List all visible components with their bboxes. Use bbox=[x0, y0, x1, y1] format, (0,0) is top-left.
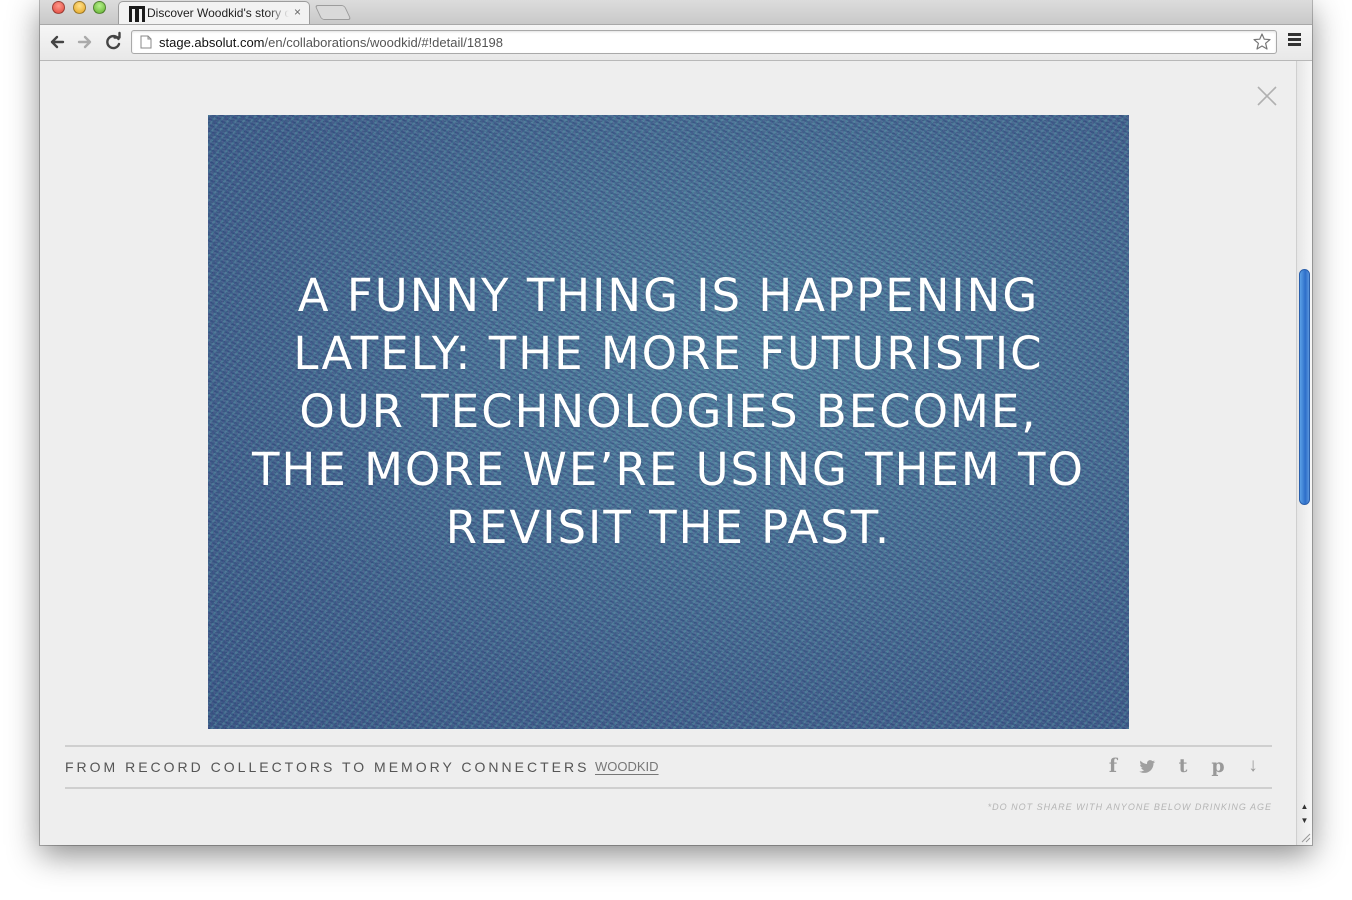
woodkid-favicon-icon bbox=[129, 6, 145, 22]
minimize-window-button[interactable] bbox=[73, 1, 86, 14]
download-icon[interactable]: ↓ bbox=[1242, 755, 1264, 777]
star-icon[interactable] bbox=[1252, 32, 1272, 52]
new-tab-button[interactable] bbox=[314, 5, 352, 20]
url-path: /en/collaborations/woodkid/#!detail/1819… bbox=[264, 35, 504, 50]
twitter-icon[interactable] bbox=[1137, 755, 1159, 777]
divider-top bbox=[65, 745, 1272, 747]
back-arrow-icon bbox=[50, 35, 65, 49]
close-icon[interactable] bbox=[1256, 85, 1278, 107]
scrollbar-thumb[interactable] bbox=[1299, 269, 1310, 505]
reload-button[interactable] bbox=[102, 31, 124, 53]
tab-strip: Discover Woodkid's story o × bbox=[40, 0, 1312, 25]
forward-arrow-icon bbox=[77, 35, 92, 49]
url-text: stage.absolut.com/en/collaborations/wood… bbox=[159, 35, 503, 50]
tab-close-icon[interactable]: × bbox=[294, 5, 301, 19]
woodkid-tag-link[interactable]: WOODKID bbox=[595, 759, 659, 774]
scroll-up-arrow-icon[interactable]: ▲ bbox=[1298, 801, 1311, 813]
browser-window: Discover Woodkid's story o × stage.absol… bbox=[40, 0, 1312, 845]
close-window-button[interactable] bbox=[52, 1, 65, 14]
story-title: FROM RECORD COLLECTORS TO MEMORY CONNECT… bbox=[65, 759, 590, 775]
tab-active[interactable]: Discover Woodkid's story o × bbox=[118, 1, 310, 24]
hero-quote: A FUNNY THING IS HAPPENING LATELY: THE M… bbox=[252, 269, 1085, 554]
page-content: A FUNNY THING IS HAPPENING LATELY: THE M… bbox=[40, 61, 1296, 845]
address-bar[interactable]: stage.absolut.com/en/collaborations/wood… bbox=[131, 30, 1277, 54]
scroll-down-arrow-icon[interactable]: ▼ bbox=[1298, 815, 1311, 827]
reload-icon bbox=[106, 31, 121, 50]
tab-title: Discover Woodkid's story o bbox=[147, 6, 289, 20]
vertical-scrollbar[interactable]: ▲ ▼ bbox=[1296, 61, 1312, 845]
back-button[interactable] bbox=[46, 31, 68, 53]
url-host: stage.absolut.com bbox=[159, 35, 265, 50]
age-disclaimer: *DO NOT SHARE WITH ANYONE BELOW DRINKING… bbox=[987, 802, 1272, 812]
facebook-icon[interactable]: f bbox=[1102, 755, 1124, 777]
tumblr-icon[interactable]: t bbox=[1172, 755, 1194, 777]
zoom-window-button[interactable] bbox=[93, 1, 106, 14]
toolbar: stage.absolut.com/en/collaborations/wood… bbox=[40, 25, 1312, 61]
hamburger-menu-icon[interactable] bbox=[1286, 33, 1304, 51]
page-icon bbox=[140, 35, 152, 49]
resize-grip-icon[interactable] bbox=[1299, 831, 1311, 843]
pinterest-icon[interactable]: p bbox=[1207, 755, 1229, 777]
forward-button[interactable] bbox=[74, 31, 96, 53]
hero-image: A FUNNY THING IS HAPPENING LATELY: THE M… bbox=[208, 115, 1129, 729]
divider-bottom bbox=[65, 787, 1272, 789]
